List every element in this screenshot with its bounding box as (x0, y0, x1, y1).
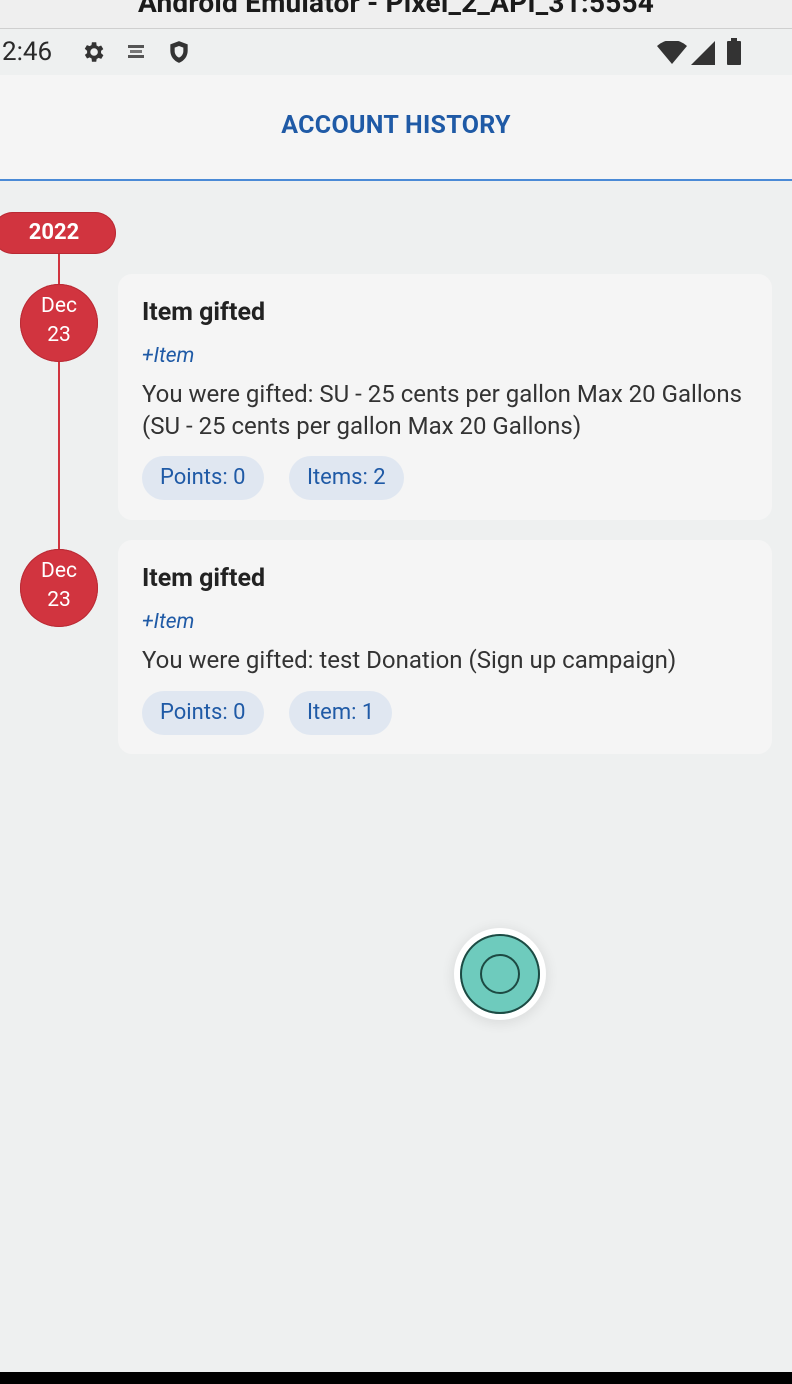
emulator-window-title: Android Emulator - Pixel_2_API_31:5554 (0, 0, 792, 29)
date-badge: Dec 23 (20, 549, 98, 627)
status-bar: 2:46 (0, 29, 792, 75)
wifi-icon (656, 40, 688, 69)
date-day: 23 (47, 588, 71, 612)
points-chip: Points: 0 (142, 456, 264, 500)
card-title: Item gifted (142, 564, 266, 593)
history-card[interactable]: Item gifted +Item You were gifted: test … (118, 540, 772, 754)
navigation-bar (0, 1372, 792, 1384)
card-tag: +Item (142, 344, 195, 368)
date-month: Dec (41, 294, 77, 318)
battery-icon (726, 38, 742, 70)
floating-action-button[interactable] (460, 934, 540, 1014)
shield-icon (166, 39, 192, 69)
year-badge: 2022 (0, 212, 116, 254)
date-badge: Dec 23 (20, 284, 98, 362)
status-time: 2:46 (2, 37, 53, 67)
page-title: ACCOUNT HISTORY (281, 111, 511, 140)
points-chip: Points: 0 (142, 691, 264, 735)
history-card[interactable]: Item gifted +Item You were gifted: SU - … (118, 274, 772, 520)
card-tag: +Item (142, 610, 195, 634)
date-month: Dec (41, 559, 77, 583)
gear-icon (80, 39, 106, 69)
card-title: Item gifted (142, 298, 266, 327)
date-day: 23 (47, 323, 71, 347)
card-description: You were gifted: SU - 25 cents per gallo… (142, 380, 743, 440)
items-chip: Items: 2 (289, 456, 404, 500)
circle-icon (480, 954, 520, 994)
window-title-text: Android Emulator - Pixel_2_API_31:5554 (137, 0, 655, 19)
app-header: ACCOUNT HISTORY (0, 75, 792, 181)
signal-icon (690, 40, 716, 70)
items-chip: Item: 1 (289, 691, 393, 735)
card-description: You were gifted: test Donation (Sign up … (142, 646, 677, 674)
app-notification-icon (126, 43, 146, 65)
